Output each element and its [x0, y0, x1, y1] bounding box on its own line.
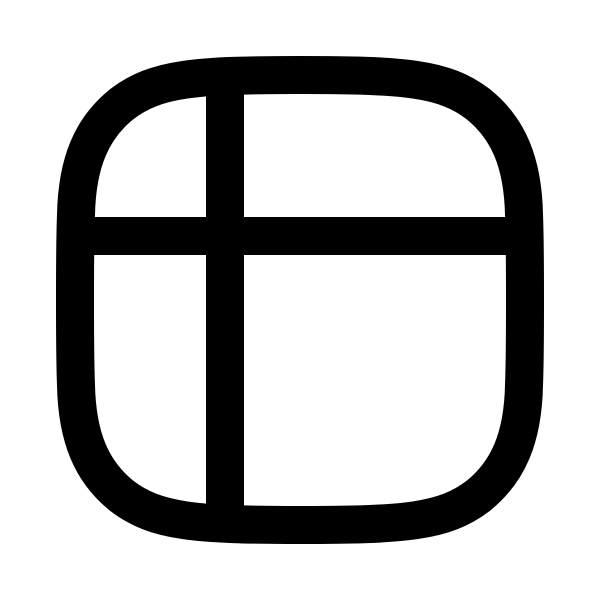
- outer-frame: [56, 56, 544, 544]
- table-layout-icon-svg: [56, 56, 544, 544]
- table-layout-icon: [0, 0, 600, 600]
- icon-canvas: [0, 0, 600, 600]
